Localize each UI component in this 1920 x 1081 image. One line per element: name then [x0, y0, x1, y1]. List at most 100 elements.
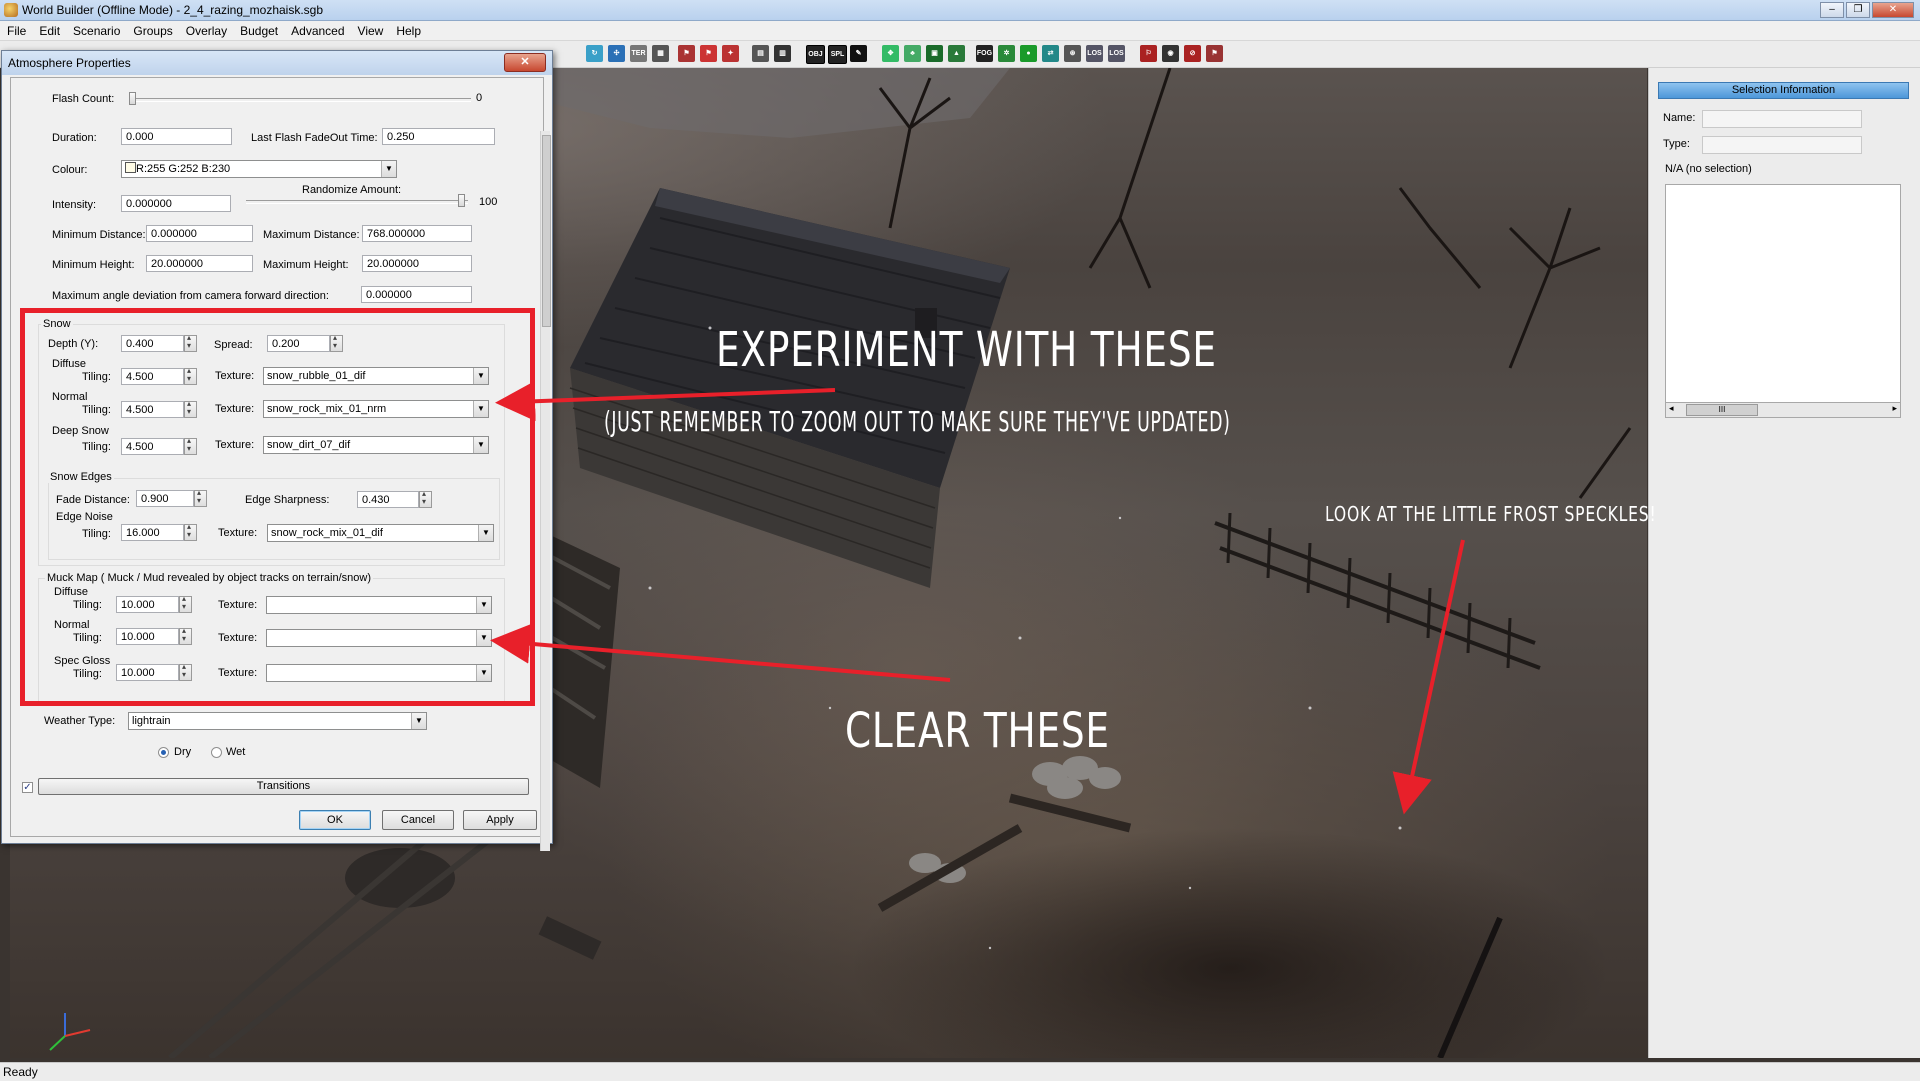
edge-sharpness-spinner[interactable]: [419, 489, 432, 508]
normal-texture-select[interactable]: snow_rock_mix_01_nrm ▼: [263, 400, 489, 418]
duration-field[interactable]: 0.000: [121, 128, 232, 145]
selection-list[interactable]: [1665, 184, 1901, 418]
circle-toggle-icon[interactable]: ●: [1020, 45, 1037, 62]
scroll-thumb[interactable]: III: [1686, 404, 1758, 416]
fade-distance-spinner[interactable]: [194, 488, 207, 507]
paint-toggle-icon[interactable]: ✎: [850, 45, 867, 62]
menu-advanced[interactable]: Advanced: [284, 21, 350, 38]
randomize-slider-thumb[interactable]: [458, 194, 465, 207]
flag-tool-icon[interactable]: ⚑: [700, 45, 717, 62]
dialog-scroll-thumb[interactable]: [542, 135, 551, 327]
chevron-down-icon[interactable]: ▼: [381, 161, 396, 177]
menu-file[interactable]: File: [0, 21, 32, 38]
los-toggle-icon[interactable]: LOS: [1086, 45, 1103, 62]
menu-scenario[interactable]: Scenario: [66, 21, 126, 38]
transitions-checkbox[interactable]: ✓: [22, 782, 33, 793]
selection-info-header[interactable]: Selection Information: [1658, 82, 1909, 99]
menu-groups[interactable]: Groups: [126, 21, 178, 38]
muck-diffuse-tiling-spinner[interactable]: [179, 594, 192, 613]
spread-field[interactable]: 0.200: [267, 335, 330, 352]
restore-button[interactable]: ❐: [1846, 2, 1870, 18]
scroll-left-icon[interactable]: ◂: [1669, 403, 1674, 414]
muck-normal-tiling-field[interactable]: 10.000: [116, 628, 179, 645]
menu-budget[interactable]: Budget: [233, 21, 284, 38]
muck-diffuse-tiling-field[interactable]: 10.000: [116, 596, 179, 613]
depth-field[interactable]: 0.400: [121, 335, 184, 352]
tree-toggle-icon[interactable]: ♣: [904, 45, 921, 62]
normal-tiling-field[interactable]: 4.500: [121, 401, 184, 418]
edge-sharpness-field[interactable]: 0.430: [357, 491, 419, 508]
muck-diffuse-texture-select[interactable]: ▼: [266, 596, 492, 614]
dry-radio[interactable]: [158, 747, 169, 758]
grid-toggle-icon[interactable]: ✥: [882, 45, 899, 62]
colour-select[interactable]: R:255 G:252 B:230 ▼: [121, 160, 397, 178]
depth-spinner[interactable]: [184, 333, 197, 352]
chevron-down-icon[interactable]: ▼: [411, 713, 426, 729]
name-field[interactable]: [1702, 110, 1862, 128]
cancel-button[interactable]: Cancel: [382, 810, 454, 830]
menu-view[interactable]: View: [351, 21, 390, 38]
last-flash-fadeout-field[interactable]: 0.250: [382, 128, 495, 145]
deep-snow-tiling-field[interactable]: 4.500: [121, 438, 184, 455]
chevron-down-icon[interactable]: ▼: [473, 368, 488, 384]
dialog-close-button[interactable]: ✕: [504, 53, 546, 72]
transitions-button[interactable]: Transitions: [38, 778, 529, 795]
flash-count-slider-thumb[interactable]: [129, 92, 136, 105]
move-tool-icon[interactable]: ✣: [608, 45, 625, 62]
deep-snow-tiling-spinner[interactable]: [184, 436, 197, 455]
intensity-field[interactable]: 0.000000: [121, 195, 231, 212]
flash-count-slider[interactable]: [131, 98, 471, 102]
chevron-down-icon[interactable]: ▼: [476, 630, 491, 646]
muck-spec-tiling-field[interactable]: 10.000: [116, 664, 179, 681]
territory-flag-icon[interactable]: ⚐: [1140, 45, 1157, 62]
max-distance-field[interactable]: 768.000000: [362, 225, 472, 242]
terrain-toggle-icon[interactable]: ▲: [948, 45, 965, 62]
rotate-tool-icon[interactable]: ↻: [586, 45, 603, 62]
unit-toggle-icon[interactable]: ✲: [998, 45, 1015, 62]
type-field[interactable]: [1702, 136, 1862, 154]
menu-edit[interactable]: Edit: [32, 21, 66, 38]
fog-toggle-icon[interactable]: FOG: [976, 45, 993, 62]
resource-point-icon[interactable]: ⚑: [1206, 45, 1223, 62]
no-entry-icon[interactable]: ⊘: [1184, 45, 1201, 62]
menu-help[interactable]: Help: [389, 21, 427, 38]
apply-button[interactable]: Apply: [463, 810, 537, 830]
minimize-button[interactable]: –: [1820, 2, 1844, 18]
chevron-down-icon[interactable]: ▼: [476, 597, 491, 613]
marker-tool-icon[interactable]: ⚑: [678, 45, 695, 62]
menu-overlay[interactable]: Overlay: [179, 21, 233, 38]
max-height-field[interactable]: 20.000000: [362, 255, 472, 272]
edge-noise-tiling-field[interactable]: 16.000: [121, 524, 184, 541]
chevron-down-icon[interactable]: ▼: [473, 437, 488, 453]
horizontal-scrollbar[interactable]: ◂ III ▸: [1665, 402, 1901, 418]
stats-tool-icon[interactable]: ▥: [774, 45, 791, 62]
chevron-down-icon[interactable]: ▼: [473, 401, 488, 417]
min-distance-field[interactable]: 0.000000: [146, 225, 253, 242]
dialog-scrollbar[interactable]: [540, 131, 551, 851]
terrain-tool-icon[interactable]: TER: [630, 45, 647, 62]
splines-toggle-icon[interactable]: SPL: [828, 45, 847, 64]
fade-distance-field[interactable]: 0.900: [136, 490, 194, 507]
memory-tool-icon[interactable]: ▤: [752, 45, 769, 62]
ok-button[interactable]: OK: [299, 810, 371, 830]
grid-tool-icon[interactable]: ▦: [652, 45, 669, 62]
victory-point-icon[interactable]: ◉: [1162, 45, 1179, 62]
edge-noise-texture-select[interactable]: snow_rock_mix_01_dif ▼: [267, 524, 494, 542]
diffuse-tiling-spinner[interactable]: [184, 366, 197, 385]
edge-noise-tiling-spinner[interactable]: [184, 522, 197, 541]
objects-toggle-icon[interactable]: OBJ: [806, 45, 825, 64]
muck-normal-texture-select[interactable]: ▼: [266, 629, 492, 647]
muck-normal-tiling-spinner[interactable]: [179, 626, 192, 645]
chevron-down-icon[interactable]: ▼: [476, 665, 491, 681]
min-height-field[interactable]: 20.000000: [146, 255, 253, 272]
muck-spec-texture-select[interactable]: ▼: [266, 664, 492, 682]
swap-toggle-icon[interactable]: ⇄: [1042, 45, 1059, 62]
weather-type-select[interactable]: lightrain ▼: [128, 712, 427, 730]
image-toggle-icon[interactable]: ▣: [926, 45, 943, 62]
close-window-button[interactable]: ✕: [1872, 2, 1914, 18]
target-toggle-icon[interactable]: ⊛: [1064, 45, 1081, 62]
diffuse-texture-select[interactable]: snow_rubble_01_dif ▼: [263, 367, 489, 385]
chevron-down-icon[interactable]: ▼: [478, 525, 493, 541]
deep-snow-texture-select[interactable]: snow_dirt_07_dif ▼: [263, 436, 489, 454]
diffuse-tiling-field[interactable]: 4.500: [121, 368, 184, 385]
